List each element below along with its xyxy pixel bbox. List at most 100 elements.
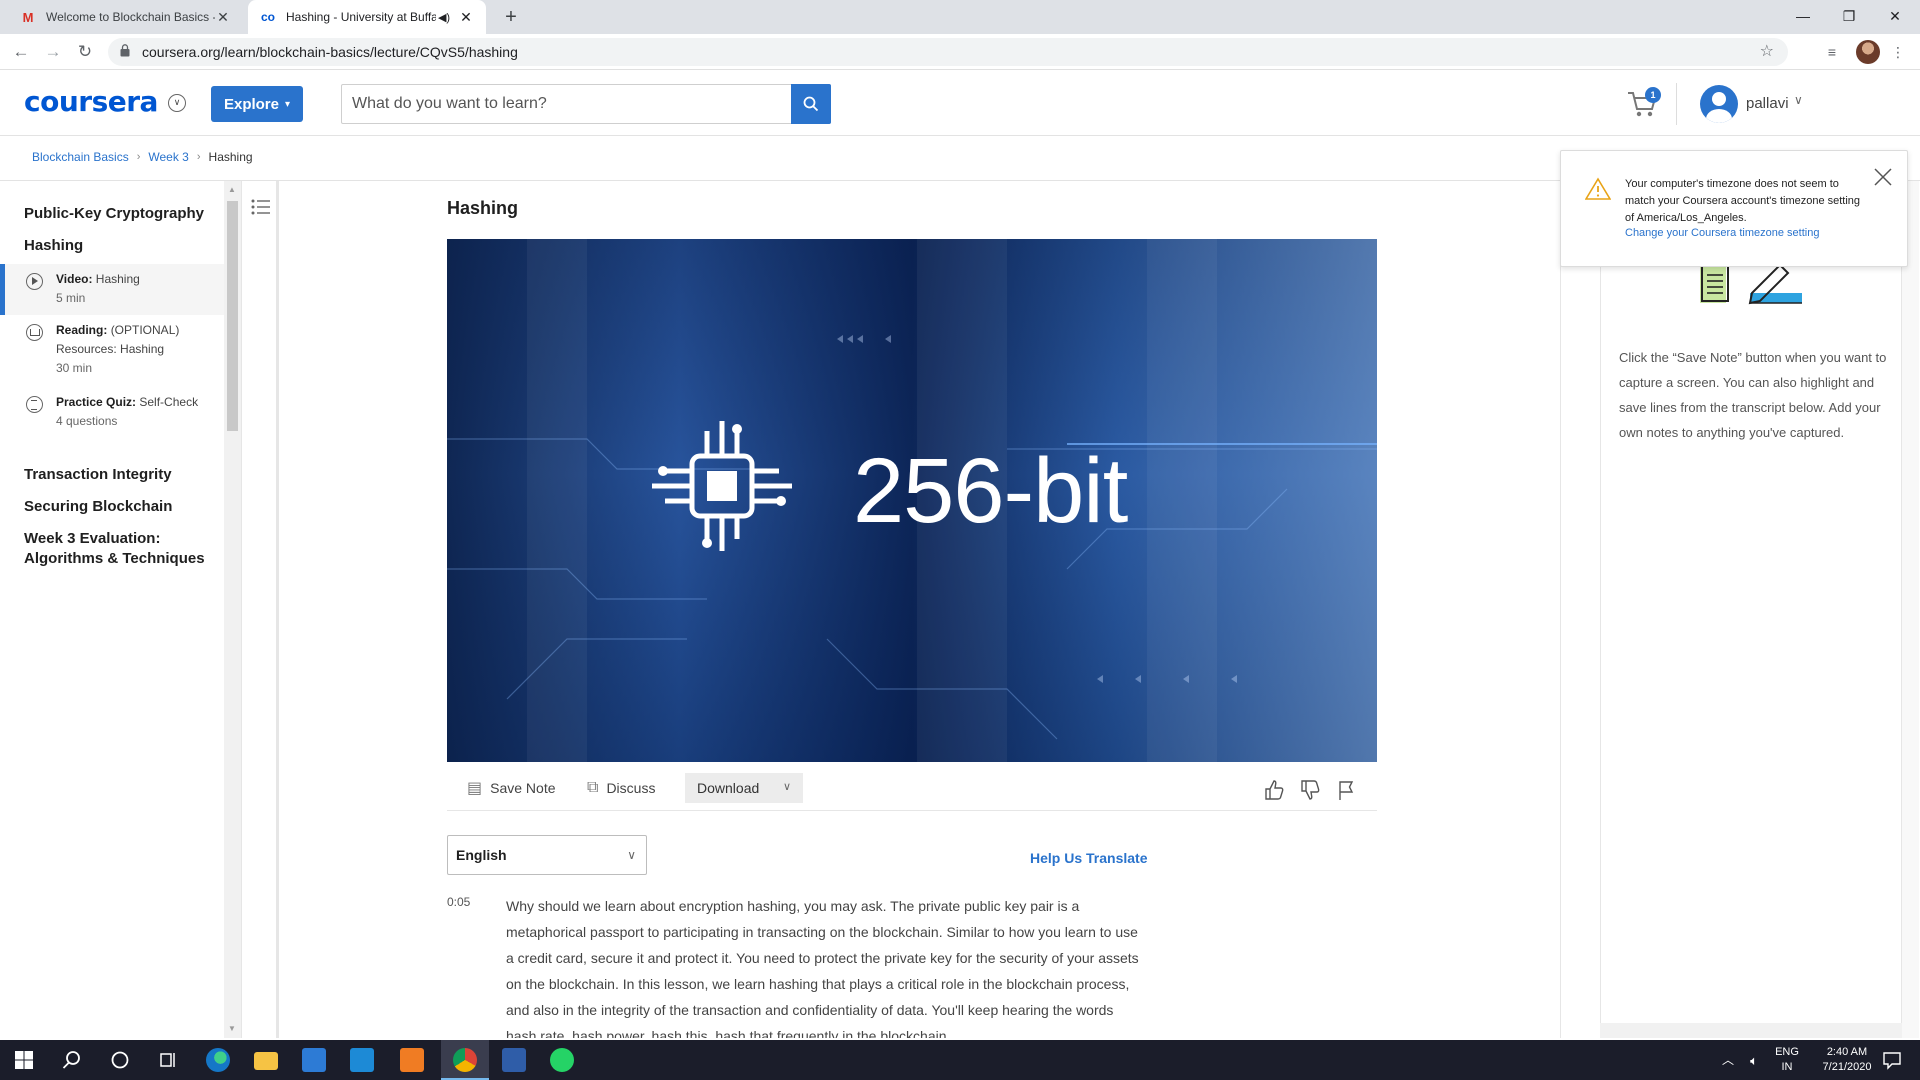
tab-gmail[interactable]: M Welcome to Blockchain Basics - B ✕ [8, 0, 243, 34]
close-icon[interactable] [1873, 167, 1893, 187]
notes-instructions: Click the “Save Note” button when you wa… [1619, 350, 1887, 440]
breadcrumb-current: Hashing [208, 150, 253, 164]
sidebar-lesson-hashing[interactable]: Hashing [24, 236, 83, 256]
change-timezone-link[interactable]: Change your Coursera timezone setting [1625, 227, 1819, 239]
breadcrumb-course[interactable]: Blockchain Basics [32, 150, 129, 164]
scroll-up-icon[interactable]: ▲ [228, 185, 236, 194]
item-type: Reading: [56, 323, 108, 337]
help-translate-link[interactable]: Help Us Translate [1030, 850, 1148, 866]
chrome-menu-icon[interactable]: ⋮ [1886, 40, 1910, 64]
sidebar-scrollbar[interactable]: ▲ ▼ [224, 181, 241, 1038]
minimize-button[interactable]: — [1780, 0, 1826, 34]
notes-horizontal-scrollbar[interactable] [1600, 1023, 1902, 1038]
tab-hashing[interactable]: co Hashing - University at Buffa ◀︎) ✕ [248, 0, 486, 34]
language-value: English [456, 847, 507, 863]
windows-start-icon[interactable] [12, 1048, 36, 1072]
transcript-language-select[interactable]: English ∨ [447, 835, 647, 875]
save-note-button[interactable]: ▤ Save Note [467, 774, 556, 802]
back-button[interactable]: ← [8, 39, 34, 65]
username[interactable]: pallavi [1746, 95, 1789, 112]
chevron-down-icon[interactable]: ∨ [1794, 93, 1803, 107]
chevron-down-icon[interactable]: ∨ [168, 94, 186, 112]
play-icon [26, 273, 43, 290]
scrollbar-thumb[interactable] [227, 201, 238, 431]
item-name: Self-Check [139, 395, 199, 409]
language-code: ENG [1775, 1046, 1799, 1058]
bookmark-star-icon[interactable]: ☆ [1760, 41, 1774, 61]
chrome-icon[interactable] [453, 1048, 477, 1072]
chip-icon [652, 421, 792, 551]
tab-title: Welcome to Blockchain Basics - B [46, 10, 215, 24]
gmail-icon: M [22, 9, 34, 25]
file-explorer-icon[interactable] [254, 1052, 278, 1070]
item-name: Hashing [95, 272, 140, 286]
chevron-down-icon: ▾ [285, 98, 291, 110]
header-divider [1676, 83, 1677, 125]
thumbs-up-icon[interactable] [1263, 779, 1285, 801]
discuss-button[interactable]: ⧉ Discuss [587, 774, 655, 802]
outline-list-icon[interactable] [251, 199, 271, 215]
search-icon[interactable] [60, 1048, 84, 1072]
sidebar-item-reading[interactable]: Reading: (OPTIONAL) Resources: Hashing 3… [0, 321, 224, 378]
sidebar-lesson-week3-evaluation[interactable]: Week 3 Evaluation: Algorithms & Techniqu… [24, 529, 214, 569]
sidebar-lesson-public-key[interactable]: Public-Key Cryptography [24, 204, 204, 224]
browser-profile-avatar[interactable] [1856, 40, 1880, 64]
media-control-icon[interactable]: ≡ [1820, 40, 1844, 64]
new-tab-button[interactable]: + [498, 4, 524, 30]
thumbs-down-icon[interactable] [1299, 779, 1321, 801]
chevron-down-icon: ∨ [782, 781, 791, 793]
quiz-icon [26, 396, 43, 413]
edge-icon[interactable] [206, 1048, 230, 1072]
input-language-indicator[interactable]: ENG IN [1770, 1040, 1804, 1080]
breadcrumb-week[interactable]: Week 3 [148, 150, 188, 164]
flag-icon[interactable] [1335, 779, 1357, 801]
item-duration: 4 questions [56, 414, 118, 428]
close-window-button[interactable]: ✕ [1872, 0, 1918, 34]
speaker-icon[interactable]: 🔈︎ [1742, 1040, 1766, 1080]
whatsapp-icon[interactable] [550, 1048, 574, 1072]
item-duration: 30 min [56, 361, 93, 375]
outline-rail [241, 181, 279, 1038]
task-view-icon[interactable] [156, 1048, 180, 1072]
reading-icon [26, 324, 43, 341]
transcript-timestamp[interactable]: 0:05 [447, 895, 470, 909]
store-icon[interactable] [302, 1048, 326, 1072]
transcript-text[interactable]: Why should we learn about encryption has… [506, 893, 1146, 1038]
restore-button[interactable]: ❐ [1826, 0, 1872, 34]
sidebar-lesson-transaction-integrity[interactable]: Transaction Integrity [24, 465, 172, 485]
notes-scrollbar[interactable] [1902, 181, 1919, 1038]
sidebar-item-video-hashing[interactable]: Video: Hashing 5 min [0, 264, 224, 315]
cart-count-badge: 1 [1645, 87, 1661, 103]
video-player[interactable]: 256-bit [447, 239, 1377, 762]
forward-button[interactable]: → [40, 39, 66, 65]
reload-button[interactable]: ↻ [72, 39, 98, 65]
mute-tab-icon[interactable]: ◀︎) [436, 11, 452, 24]
sidebar-item-quiz[interactable]: Practice Quiz: Self-Check 4 questions [0, 393, 224, 431]
user-avatar[interactable] [1700, 85, 1738, 123]
notes-content: Click the “Save Note” button when you wa… [1600, 181, 1902, 1038]
omnibox[interactable]: coursera.org/learn/blockchain-basics/lec… [108, 38, 1788, 66]
clock[interactable]: 2:40 AM 7/21/2020 [1810, 1040, 1884, 1080]
cortana-icon[interactable] [108, 1048, 132, 1072]
xampp-icon[interactable] [400, 1048, 424, 1072]
lock-icon [120, 44, 130, 57]
tray-expand-icon[interactable]: ︿ [1718, 1040, 1738, 1080]
sidebar-lesson-securing-blockchain[interactable]: Securing Blockchain [24, 497, 172, 517]
explore-label: Explore [223, 95, 279, 113]
download-dropdown[interactable]: Download ∨ [685, 773, 803, 803]
search-button[interactable] [791, 84, 831, 124]
mail-icon[interactable] [350, 1048, 374, 1072]
coursera-icon: co [260, 10, 275, 24]
url-text: coursera.org/learn/blockchain-basics/lec… [142, 44, 518, 60]
close-tab-icon[interactable]: ✕ [458, 9, 474, 26]
coursera-logo[interactable]: coursera [24, 85, 158, 118]
close-tab-icon[interactable]: ✕ [215, 9, 231, 26]
scroll-down-icon[interactable]: ▼ [228, 1024, 236, 1033]
note-icon: ▤ [467, 780, 483, 797]
search-input[interactable] [342, 85, 782, 123]
notifications-icon[interactable] [1880, 1048, 1904, 1072]
video-frame-text: 256-bit [853, 440, 1128, 542]
app-icon[interactable] [502, 1048, 526, 1072]
explore-button[interactable]: Explore ▾ [211, 86, 303, 122]
breadcrumb: Blockchain Basics › Week 3 › Hashing [32, 150, 253, 164]
